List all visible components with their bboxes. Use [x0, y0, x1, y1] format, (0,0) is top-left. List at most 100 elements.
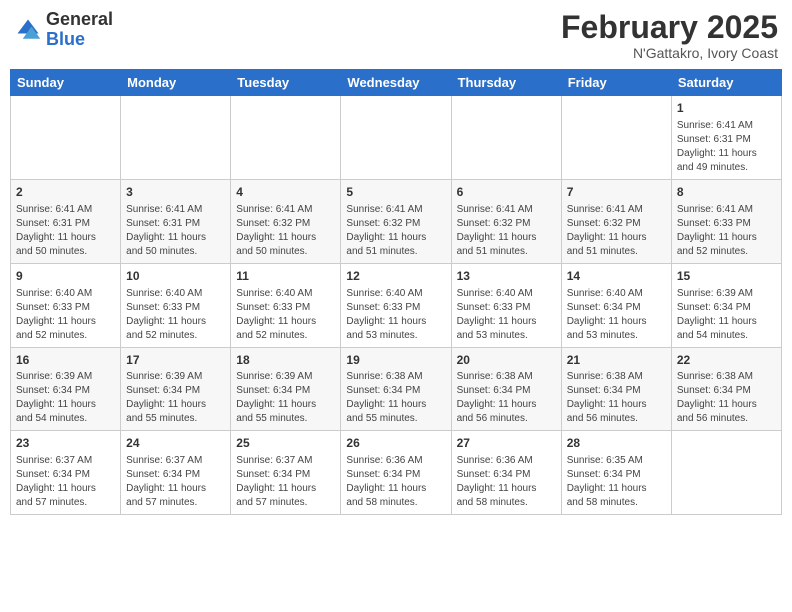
- week-row-2: 2Sunrise: 6:41 AMSunset: 6:31 PMDaylight…: [11, 179, 782, 263]
- day-number: 8: [677, 184, 776, 201]
- calendar-cell: 26Sunrise: 6:36 AMSunset: 6:34 PMDayligh…: [341, 431, 451, 515]
- cell-info-line: Daylight: 11 hours and 51 minutes.: [457, 232, 537, 257]
- calendar-header-row: SundayMondayTuesdayWednesdayThursdayFrid…: [11, 70, 782, 96]
- cell-info-line: Sunset: 6:34 PM: [677, 302, 751, 313]
- calendar-cell: 19Sunrise: 6:38 AMSunset: 6:34 PMDayligh…: [341, 347, 451, 431]
- calendar-cell: 4Sunrise: 6:41 AMSunset: 6:32 PMDaylight…: [231, 179, 341, 263]
- cell-info-line: Sunset: 6:33 PM: [346, 302, 420, 313]
- cell-info-line: Sunrise: 6:41 AM: [236, 204, 312, 215]
- cell-info-line: Sunrise: 6:41 AM: [677, 120, 753, 131]
- cell-info-line: Sunset: 6:34 PM: [567, 469, 641, 480]
- calendar-cell: 8Sunrise: 6:41 AMSunset: 6:33 PMDaylight…: [671, 179, 781, 263]
- cell-info-line: Sunrise: 6:35 AM: [567, 455, 643, 466]
- cell-info-line: Sunrise: 6:39 AM: [126, 371, 202, 382]
- cell-content: 4Sunrise: 6:41 AMSunset: 6:32 PMDaylight…: [236, 184, 335, 259]
- cell-info-line: Daylight: 11 hours and 50 minutes.: [126, 232, 206, 257]
- column-header-saturday: Saturday: [671, 70, 781, 96]
- cell-info-line: Sunset: 6:34 PM: [16, 469, 90, 480]
- calendar-cell: [451, 96, 561, 180]
- cell-content: 6Sunrise: 6:41 AMSunset: 6:32 PMDaylight…: [457, 184, 556, 259]
- calendar-cell: 27Sunrise: 6:36 AMSunset: 6:34 PMDayligh…: [451, 431, 561, 515]
- cell-info-line: Sunset: 6:32 PM: [346, 218, 420, 229]
- cell-info-line: Sunset: 6:31 PM: [126, 218, 200, 229]
- cell-content: 26Sunrise: 6:36 AMSunset: 6:34 PMDayligh…: [346, 435, 445, 510]
- cell-info-line: Daylight: 11 hours and 56 minutes.: [567, 399, 647, 424]
- cell-content: 12Sunrise: 6:40 AMSunset: 6:33 PMDayligh…: [346, 268, 445, 343]
- cell-content: 17Sunrise: 6:39 AMSunset: 6:34 PMDayligh…: [126, 352, 225, 427]
- logo: General Blue: [14, 10, 113, 50]
- calendar-cell: 18Sunrise: 6:39 AMSunset: 6:34 PMDayligh…: [231, 347, 341, 431]
- column-header-monday: Monday: [121, 70, 231, 96]
- page-header: General Blue February 2025 N'Gattakro, I…: [10, 10, 782, 61]
- cell-info-line: Daylight: 11 hours and 53 minutes.: [567, 316, 647, 341]
- column-header-sunday: Sunday: [11, 70, 121, 96]
- cell-info-line: Sunrise: 6:36 AM: [346, 455, 422, 466]
- cell-info-line: Sunset: 6:34 PM: [457, 469, 531, 480]
- day-number: 13: [457, 268, 556, 285]
- day-number: 26: [346, 435, 445, 452]
- cell-info-line: Sunrise: 6:40 AM: [346, 288, 422, 299]
- week-row-3: 9Sunrise: 6:40 AMSunset: 6:33 PMDaylight…: [11, 263, 782, 347]
- cell-info-line: Sunrise: 6:38 AM: [677, 371, 753, 382]
- cell-content: 8Sunrise: 6:41 AMSunset: 6:33 PMDaylight…: [677, 184, 776, 259]
- cell-info-line: Sunrise: 6:40 AM: [16, 288, 92, 299]
- cell-content: 24Sunrise: 6:37 AMSunset: 6:34 PMDayligh…: [126, 435, 225, 510]
- cell-info-line: Daylight: 11 hours and 55 minutes.: [236, 399, 316, 424]
- calendar-cell: 21Sunrise: 6:38 AMSunset: 6:34 PMDayligh…: [561, 347, 671, 431]
- calendar-cell: 22Sunrise: 6:38 AMSunset: 6:34 PMDayligh…: [671, 347, 781, 431]
- cell-content: 22Sunrise: 6:38 AMSunset: 6:34 PMDayligh…: [677, 352, 776, 427]
- cell-info-line: Daylight: 11 hours and 52 minutes.: [677, 232, 757, 257]
- cell-content: 10Sunrise: 6:40 AMSunset: 6:33 PMDayligh…: [126, 268, 225, 343]
- cell-info-line: Daylight: 11 hours and 58 minutes.: [567, 483, 647, 508]
- cell-info-line: Sunset: 6:31 PM: [677, 134, 751, 145]
- cell-content: 16Sunrise: 6:39 AMSunset: 6:34 PMDayligh…: [16, 352, 115, 427]
- cell-info-line: Daylight: 11 hours and 54 minutes.: [677, 316, 757, 341]
- cell-info-line: Daylight: 11 hours and 57 minutes.: [126, 483, 206, 508]
- cell-info-line: Sunrise: 6:37 AM: [16, 455, 92, 466]
- day-number: 3: [126, 184, 225, 201]
- cell-info-line: Daylight: 11 hours and 51 minutes.: [567, 232, 647, 257]
- cell-content: 15Sunrise: 6:39 AMSunset: 6:34 PMDayligh…: [677, 268, 776, 343]
- day-number: 10: [126, 268, 225, 285]
- column-header-tuesday: Tuesday: [231, 70, 341, 96]
- calendar-cell: 10Sunrise: 6:40 AMSunset: 6:33 PMDayligh…: [121, 263, 231, 347]
- cell-info-line: Daylight: 11 hours and 58 minutes.: [457, 483, 537, 508]
- cell-info-line: Sunset: 6:33 PM: [677, 218, 751, 229]
- cell-content: 9Sunrise: 6:40 AMSunset: 6:33 PMDaylight…: [16, 268, 115, 343]
- day-number: 22: [677, 352, 776, 369]
- cell-info-line: Sunset: 6:34 PM: [126, 385, 200, 396]
- cell-info-line: Sunrise: 6:36 AM: [457, 455, 533, 466]
- cell-info-line: Sunset: 6:32 PM: [567, 218, 641, 229]
- calendar-cell: 1Sunrise: 6:41 AMSunset: 6:31 PMDaylight…: [671, 96, 781, 180]
- cell-info-line: Daylight: 11 hours and 55 minutes.: [346, 399, 426, 424]
- cell-info-line: Daylight: 11 hours and 53 minutes.: [457, 316, 537, 341]
- calendar-cell: [341, 96, 451, 180]
- day-number: 7: [567, 184, 666, 201]
- cell-info-line: Sunset: 6:34 PM: [567, 302, 641, 313]
- cell-info-line: Daylight: 11 hours and 56 minutes.: [457, 399, 537, 424]
- cell-content: 19Sunrise: 6:38 AMSunset: 6:34 PMDayligh…: [346, 352, 445, 427]
- calendar-table: SundayMondayTuesdayWednesdayThursdayFrid…: [10, 69, 782, 515]
- cell-info-line: Sunset: 6:32 PM: [457, 218, 531, 229]
- cell-info-line: Sunset: 6:34 PM: [346, 469, 420, 480]
- cell-info-line: Daylight: 11 hours and 53 minutes.: [346, 316, 426, 341]
- logo-blue-text: Blue: [46, 30, 113, 50]
- cell-info-line: Sunset: 6:33 PM: [236, 302, 310, 313]
- cell-content: 3Sunrise: 6:41 AMSunset: 6:31 PMDaylight…: [126, 184, 225, 259]
- calendar-cell: [561, 96, 671, 180]
- cell-info-line: Sunset: 6:34 PM: [126, 469, 200, 480]
- cell-content: 2Sunrise: 6:41 AMSunset: 6:31 PMDaylight…: [16, 184, 115, 259]
- cell-info-line: Sunrise: 6:40 AM: [236, 288, 312, 299]
- cell-info-line: Sunrise: 6:39 AM: [677, 288, 753, 299]
- day-number: 16: [16, 352, 115, 369]
- calendar-cell: 5Sunrise: 6:41 AMSunset: 6:32 PMDaylight…: [341, 179, 451, 263]
- logo-icon: [14, 16, 42, 44]
- cell-info-line: Daylight: 11 hours and 52 minutes.: [126, 316, 206, 341]
- week-row-5: 23Sunrise: 6:37 AMSunset: 6:34 PMDayligh…: [11, 431, 782, 515]
- calendar-cell: 14Sunrise: 6:40 AMSunset: 6:34 PMDayligh…: [561, 263, 671, 347]
- calendar-cell: [121, 96, 231, 180]
- calendar-cell: 23Sunrise: 6:37 AMSunset: 6:34 PMDayligh…: [11, 431, 121, 515]
- day-number: 28: [567, 435, 666, 452]
- cell-info-line: Sunrise: 6:37 AM: [236, 455, 312, 466]
- day-number: 4: [236, 184, 335, 201]
